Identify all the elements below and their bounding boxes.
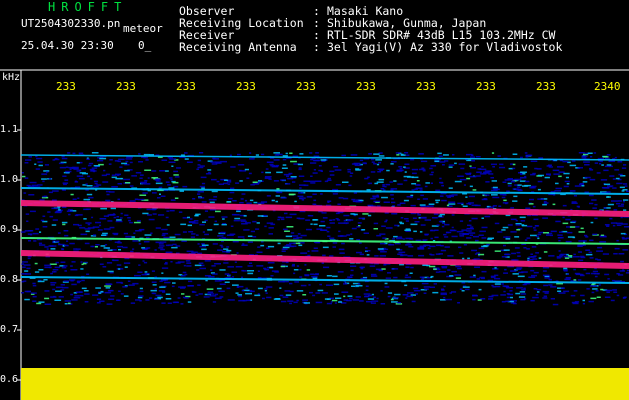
x-tick-label: 233 <box>116 80 136 93</box>
y-tick-label: 1.1 <box>0 124 19 135</box>
date-time: 25.04.30 23:30 <box>21 39 114 52</box>
y-tick-label: 0.6 <box>0 374 19 385</box>
info-label-antenna: Receiving Antenna <box>179 40 297 54</box>
file-name: UT2504302330.pn <box>21 17 121 30</box>
app-title: HROFFT <box>48 0 128 14</box>
x-tick-label: 233 <box>176 80 196 93</box>
signal-level-bar <box>21 368 629 400</box>
x-tick-label: 233 <box>416 80 436 93</box>
meteor-label: meteor <box>123 22 163 35</box>
y-tick-label: 0.9 <box>0 224 19 235</box>
x-tick-label: 233 <box>236 80 256 93</box>
y-tick-label: 0.7 <box>0 324 19 335</box>
x-tick-label: 233 <box>56 80 76 93</box>
info-value-antenna: 3el Yagi(V) Az 330 for Vladivostok <box>327 40 563 54</box>
x-tick-label: 233 <box>356 80 376 93</box>
info-colon: : <box>313 40 320 54</box>
unit-label: kHz <box>2 72 21 83</box>
y-tick-label: 0.8 <box>0 274 19 285</box>
y-tick-label: 1.0 <box>0 174 19 185</box>
x-tick-label: 233 <box>296 80 316 93</box>
x-tick-label: 2340 <box>594 80 621 93</box>
spectrogram-plot <box>0 69 629 400</box>
x-tick-label: 233 <box>536 80 556 93</box>
detection-count: 0_ <box>138 39 152 52</box>
x-tick-label: 233 <box>476 80 496 93</box>
